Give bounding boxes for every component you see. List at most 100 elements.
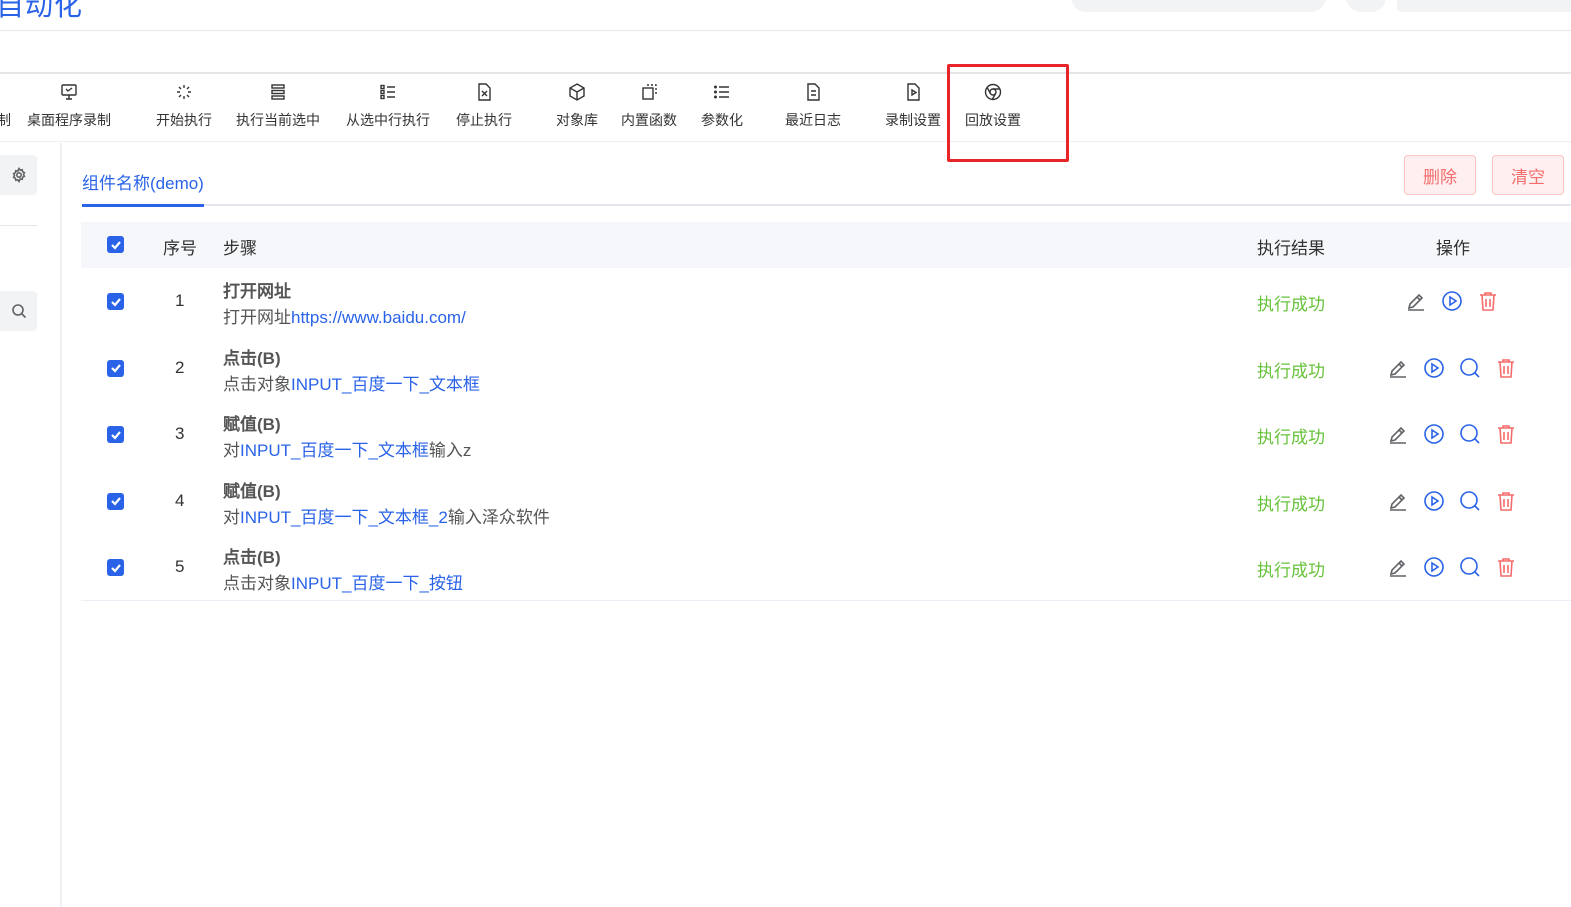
search-icon[interactable]: [1458, 422, 1482, 446]
app-title: 自动化: [0, 0, 84, 21]
edit-icon[interactable]: [1386, 356, 1410, 380]
cube-icon: [567, 82, 587, 102]
tool-parameterize[interactable]: 参数化: [701, 82, 743, 134]
sidebar-search-button[interactable]: [0, 291, 37, 331]
table-row[interactable]: 2 点击(B) 点击对象INPUT_百度一下_文本框 执行成功: [81, 335, 1571, 402]
step-description: 对INPUT_百度一下_文本框_2输入泽众软件: [223, 503, 550, 528]
table-row[interactable]: 3 赋值(B) 对INPUT_百度一下_文本框输入z 执行成功: [81, 401, 1571, 468]
tool-label: 停止执行: [456, 112, 512, 128]
desc-prefix: 对: [223, 507, 240, 527]
tab-component-demo[interactable]: 组件名称(demo): [82, 169, 204, 207]
sidebar-settings-button[interactable]: [0, 155, 37, 195]
edit-icon[interactable]: [1386, 555, 1410, 579]
step-title: 赋值(B): [223, 415, 281, 434]
tool-record-web[interactable]: 制: [0, 82, 14, 134]
play-icon[interactable]: [1422, 356, 1446, 380]
search-icon[interactable]: [1458, 489, 1482, 513]
list-icon: [712, 82, 732, 102]
header-ops: 操作: [1436, 239, 1470, 258]
clear-button[interactable]: 清空: [1492, 155, 1564, 195]
chrome-icon: [983, 82, 1003, 102]
table-row[interactable]: 4 赋值(B) 对INPUT_百度一下_文本框_2输入泽众软件 执行成功: [81, 468, 1571, 535]
header-index: 序号: [163, 239, 197, 258]
tool-label: 桌面程序录制: [27, 112, 111, 128]
search-icon[interactable]: [1458, 356, 1482, 380]
search-icon[interactable]: [1458, 555, 1482, 579]
toolbar: 制 桌面程序录制 开始执行 执行当前选中 从选中行执行 停止执行 对象库 内置函…: [0, 74, 1571, 142]
step-description: 对INPUT_百度一下_文本框输入z: [223, 436, 471, 461]
tool-run-selected[interactable]: 执行当前选中: [236, 82, 320, 134]
row-checkbox[interactable]: [107, 426, 124, 443]
sidebar-divider: [0, 225, 37, 226]
edit-icon[interactable]: [1386, 489, 1410, 513]
row-checkbox[interactable]: [107, 559, 124, 576]
edit-icon[interactable]: [1404, 289, 1428, 313]
edit-icon[interactable]: [1386, 422, 1410, 446]
desc-object-link[interactable]: https://www.baidu.com/: [291, 308, 466, 327]
record-icon: [0, 82, 14, 102]
table-row[interactable]: 5 点击(B) 点击对象INPUT_百度一下_按钮 执行成功: [81, 534, 1571, 601]
step-description: 点击对象INPUT_百度一下_按钮: [223, 569, 463, 594]
row-ops: [1386, 555, 1518, 579]
top-search-input[interactable]: [1071, 0, 1326, 12]
desc-suffix: 输入z: [428, 441, 472, 460]
table-header: 序号 步骤 执行结果 操作: [81, 222, 1571, 268]
play-icon[interactable]: [1440, 289, 1464, 313]
desc-suffix: 输入泽众软件: [447, 507, 550, 527]
tool-desktop-record[interactable]: 桌面程序录制: [27, 82, 111, 134]
desc-prefix: 对: [223, 441, 240, 460]
trash-icon[interactable]: [1476, 289, 1500, 313]
header-step: 步骤: [223, 239, 257, 258]
row-index: 2: [175, 357, 185, 377]
tool-object-library[interactable]: 对象库: [556, 82, 598, 134]
monitor-icon: [59, 82, 79, 102]
ordered-list-icon: [378, 82, 398, 102]
tool-playback-settings[interactable]: 回放设置: [965, 82, 1021, 134]
step-title: 点击(B): [223, 348, 281, 368]
desc-prefix: 点击对象: [223, 374, 291, 394]
trash-icon[interactable]: [1494, 555, 1518, 579]
delete-button[interactable]: 删除: [1404, 155, 1476, 195]
step-result: 执行成功: [1257, 295, 1325, 314]
gear-icon: [12, 167, 25, 183]
row-checkbox[interactable]: [107, 293, 124, 310]
search-icon: [11, 304, 26, 319]
trash-icon[interactable]: [1494, 422, 1518, 446]
play-icon[interactable]: [1422, 489, 1446, 513]
row-index: 4: [175, 490, 185, 510]
row-ops: [1386, 356, 1518, 380]
desc-object-link[interactable]: INPUT_百度一下_文本框_2: [240, 508, 448, 527]
row-ops: [1386, 489, 1518, 513]
table-row[interactable]: 1 打开网址 打开网址https://www.baidu.com/ 执行成功: [81, 268, 1571, 335]
tool-run-from-selected[interactable]: 从选中行执行: [346, 82, 430, 134]
step-title: 点击(B): [223, 548, 281, 567]
tool-builtin-functions[interactable]: 内置函数: [621, 82, 677, 134]
row-checkbox[interactable]: [107, 359, 124, 377]
top-circle-button[interactable]: [1346, 0, 1386, 12]
left-sidebar: [0, 143, 62, 907]
steps-table: 序号 步骤 执行结果 操作 1 打开网址 打开网址https://www.bai…: [81, 222, 1571, 601]
file-close-icon: [474, 82, 494, 102]
file-play-icon: [903, 82, 923, 102]
trash-icon[interactable]: [1494, 489, 1518, 513]
desc-object-link[interactable]: INPUT_百度一下_文本框: [291, 375, 480, 394]
trash-icon[interactable]: [1494, 356, 1518, 380]
play-icon[interactable]: [1422, 555, 1446, 579]
step-description: 打开网址https://www.baidu.com/: [223, 303, 466, 328]
tool-label: 从选中行执行: [346, 112, 430, 128]
select-all-checkbox[interactable]: [107, 236, 124, 253]
sub-bar: [0, 31, 1571, 74]
play-icon[interactable]: [1422, 422, 1446, 446]
top-user-button[interactable]: [1397, 0, 1571, 12]
tool-record-settings[interactable]: 录制设置: [885, 82, 941, 134]
tool-stop-run[interactable]: 停止执行: [456, 82, 512, 134]
tool-recent-logs[interactable]: 最近日志: [785, 82, 841, 134]
desc-object-link[interactable]: INPUT_百度一下_按钮: [291, 574, 463, 593]
header-result: 执行结果: [1257, 239, 1325, 258]
desc-object-link[interactable]: INPUT_百度一下_文本框: [240, 441, 429, 460]
tool-start-run[interactable]: 开始执行: [156, 82, 212, 134]
step-result: 执行成功: [1257, 561, 1325, 580]
tool-label: 录制设置: [885, 112, 941, 128]
row-checkbox[interactable]: [107, 492, 124, 510]
row-index: 1: [175, 291, 185, 310]
